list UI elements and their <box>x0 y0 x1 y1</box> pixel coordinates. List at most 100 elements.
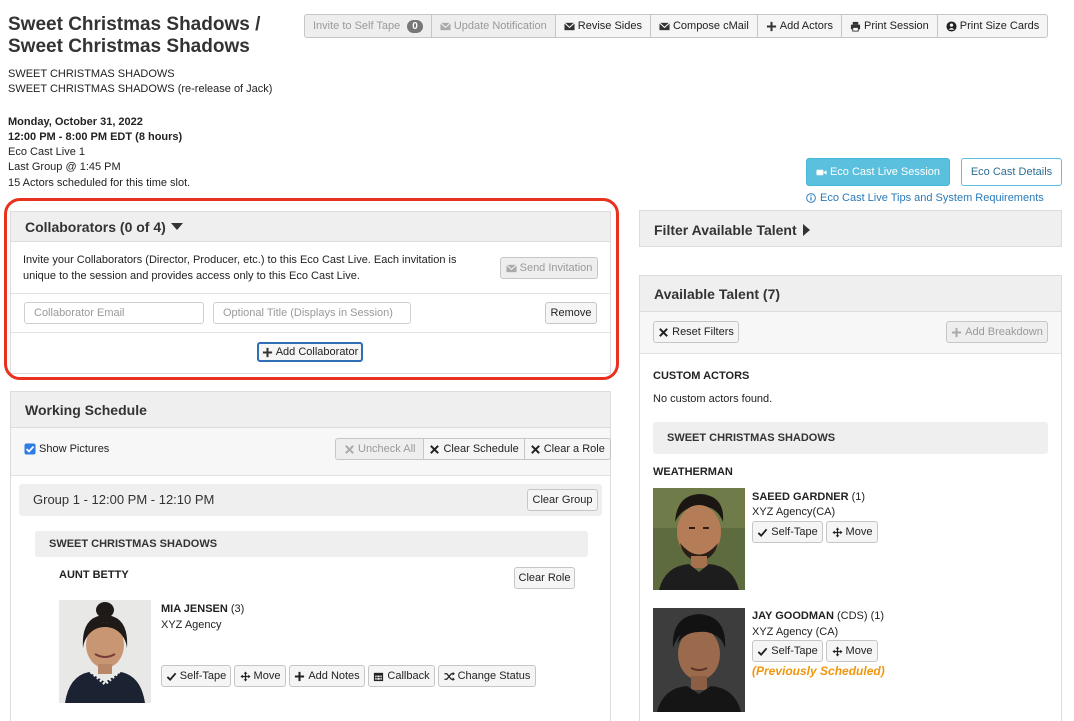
envelope-icon <box>505 263 517 272</box>
talent-actor-suffix: (1) <box>851 491 866 503</box>
collaborators-header[interactable]: Collaborators (0 of 4) <box>11 212 610 242</box>
uncheck-all-label: Uncheck All <box>358 443 416 455</box>
portrait-image <box>653 608 745 712</box>
calendar-icon <box>374 672 384 681</box>
clear-role-button[interactable]: Clear Role <box>514 567 575 589</box>
actor-photo-mia-jensen <box>59 600 151 703</box>
talent-project-heading: SWEET CHRISTMAS SHADOWS <box>653 422 1048 454</box>
talent-actor-agency: XYZ Agency(CA) <box>752 506 836 518</box>
print-session-label: Print Session <box>863 20 929 32</box>
print-size-cards-label: Print Size Cards <box>959 20 1040 32</box>
session-time: 12:00 PM - 8:00 PM EDT (8 hours) <box>8 131 183 143</box>
clear-schedule-label: Clear Schedule <box>443 443 519 455</box>
talent-actor-agency: XYZ Agency (CA) <box>752 626 839 638</box>
self-tape-label: Self-Tape <box>771 645 818 657</box>
send-invitation-button[interactable]: Send Invitation <box>500 257 598 279</box>
x-icon <box>345 444 354 454</box>
update-notification-button[interactable]: Update Notification <box>431 14 556 38</box>
uncheck-all-button[interactable]: Uncheck All <box>335 438 425 460</box>
collaborator-title-input[interactable] <box>213 302 411 324</box>
self-tape-button[interactable]: Self-Tape <box>161 665 231 687</box>
talent-actor-name-line: JAY GOODMAN (CDS) (1) <box>752 610 884 622</box>
eco-cast-details-label: Eco Cast Details <box>970 166 1053 178</box>
envelope-icon <box>563 21 575 30</box>
print-session-button[interactable]: Print Session <box>841 14 938 38</box>
custom-actors-heading: CUSTOM ACTORS <box>653 370 750 382</box>
show-pictures-toggle[interactable]: Show Pictures <box>24 443 109 455</box>
send-invitation-label: Send Invitation <box>519 262 593 274</box>
reset-filters-button[interactable]: Reset Filters <box>653 321 739 343</box>
x-icon <box>659 327 669 337</box>
available-talent-header: Available Talent (7) <box>640 276 1061 312</box>
show-pictures-label: Show Pictures <box>39 443 110 455</box>
scheduled-count: 15 Actors scheduled for this time slot. <box>8 177 191 189</box>
change-status-label: Change Status <box>457 670 531 682</box>
eco-cast-live-session-button[interactable]: Eco Cast Live Session <box>806 158 950 186</box>
move-arrows-icon <box>240 670 251 682</box>
compose-cmail-button[interactable]: Compose cMail <box>650 14 758 38</box>
add-notes-label: Add Notes <box>308 670 360 682</box>
add-actors-label: Add Actors <box>779 20 833 32</box>
talent-actor-name: JAY GOODMAN <box>752 610 834 622</box>
talent-actor-name-line: SAEED GARDNER (1) <box>752 491 865 503</box>
schedule-role-label: AUNT BETTY <box>59 569 129 581</box>
move-button[interactable]: Move <box>826 521 878 543</box>
plus-icon <box>766 21 776 31</box>
project-line2: SWEET CHRISTMAS SHADOWS (re-release of J… <box>8 83 273 95</box>
checkbox-checked-icon[interactable] <box>24 443 36 455</box>
self-tape-button[interactable]: Self-Tape <box>752 640 823 662</box>
self-tape-button[interactable]: Self-Tape <box>752 521 823 543</box>
compose-cmail-label: Compose cMail <box>672 20 749 32</box>
callback-label: Callback <box>387 670 430 682</box>
actor-name: MIA JENSEN <box>161 603 228 615</box>
self-tape-label: Self-Tape <box>771 526 818 538</box>
clear-role-label: Clear Role <box>518 572 571 584</box>
invite-self-tape-label: Invite to Self Tape <box>313 20 401 32</box>
move-arrows-icon <box>832 645 843 657</box>
group-label: Group 1 - 12:00 PM - 12:10 PM <box>33 492 215 507</box>
filter-talent-header[interactable]: Filter Available Talent <box>654 222 810 238</box>
collaborators-description-line2: unique to the session and provides acces… <box>23 270 360 282</box>
actor-photo-saeed-gardner <box>653 488 745 590</box>
filter-talent-panel[interactable]: Filter Available Talent <box>639 210 1062 247</box>
print-size-cards-button[interactable]: Print Size Cards <box>937 14 1049 38</box>
clear-a-role-label: Clear a Role <box>543 443 605 455</box>
caret-down-icon <box>170 222 183 230</box>
collaborators-title: Collaborators (0 of 4) <box>25 218 166 235</box>
revise-sides-button[interactable]: Revise Sides <box>555 14 651 38</box>
actor-photo-jay-goodman <box>653 608 745 712</box>
add-actors-button[interactable]: Add Actors <box>757 14 842 38</box>
invite-self-tape-button[interactable]: Invite to Self Tape 0 <box>304 14 432 38</box>
eco-cast-tips-link[interactable]: Eco Cast Live Tips and System Requiremen… <box>806 192 1044 204</box>
remove-collaborator-button[interactable]: Remove <box>545 302 597 324</box>
clear-schedule-button[interactable]: Clear Schedule <box>424 438 525 460</box>
move-button[interactable]: Move <box>234 665 286 687</box>
add-collaborator-button[interactable]: Add Collaborator <box>257 342 363 362</box>
previously-scheduled-note: (Previously Scheduled) <box>752 664 885 678</box>
add-breakdown-label: Add Breakdown <box>965 326 1043 338</box>
check-icon <box>757 647 768 656</box>
callback-button[interactable]: Callback <box>368 665 435 687</box>
move-button[interactable]: Move <box>826 640 878 662</box>
add-collaborator-label: Add Collaborator <box>275 346 359 358</box>
session-toolbar: Invite to Self Tape 0 Update Notificatio… <box>304 14 1049 38</box>
working-schedule-title: Working Schedule <box>25 401 147 418</box>
talent-actor-suffix: (CDS) (1) <box>836 610 885 622</box>
eco-cast-tips-label: Eco Cast Live Tips and System Requiremen… <box>820 192 1044 204</box>
envelope-icon <box>439 21 451 30</box>
working-schedule-panel: Working Schedule Show Pictures Uncheck A… <box>10 391 611 721</box>
schedule-project-heading: SWEET CHRISTMAS SHADOWS <box>35 531 588 557</box>
add-breakdown-button[interactable]: Add Breakdown <box>946 321 1048 343</box>
clear-group-button[interactable]: Clear Group <box>527 489 598 511</box>
working-schedule-header: Working Schedule <box>11 392 610 428</box>
add-notes-button[interactable]: Add Notes <box>289 665 365 687</box>
schedule-actions: Uncheck All Clear Schedule Clear a Role <box>335 438 611 460</box>
remove-collaborator-label: Remove <box>550 307 592 319</box>
collaborators-description: Invite your Collaborators (Director, Pro… <box>23 252 483 284</box>
divider <box>11 293 610 294</box>
collaborator-email-input[interactable] <box>24 302 204 324</box>
clear-a-role-button[interactable]: Clear a Role <box>524 438 611 460</box>
talent-actor-name: SAEED GARDNER <box>752 491 849 503</box>
change-status-button[interactable]: Change Status <box>438 665 536 687</box>
eco-cast-details-button[interactable]: Eco Cast Details <box>961 158 1062 186</box>
